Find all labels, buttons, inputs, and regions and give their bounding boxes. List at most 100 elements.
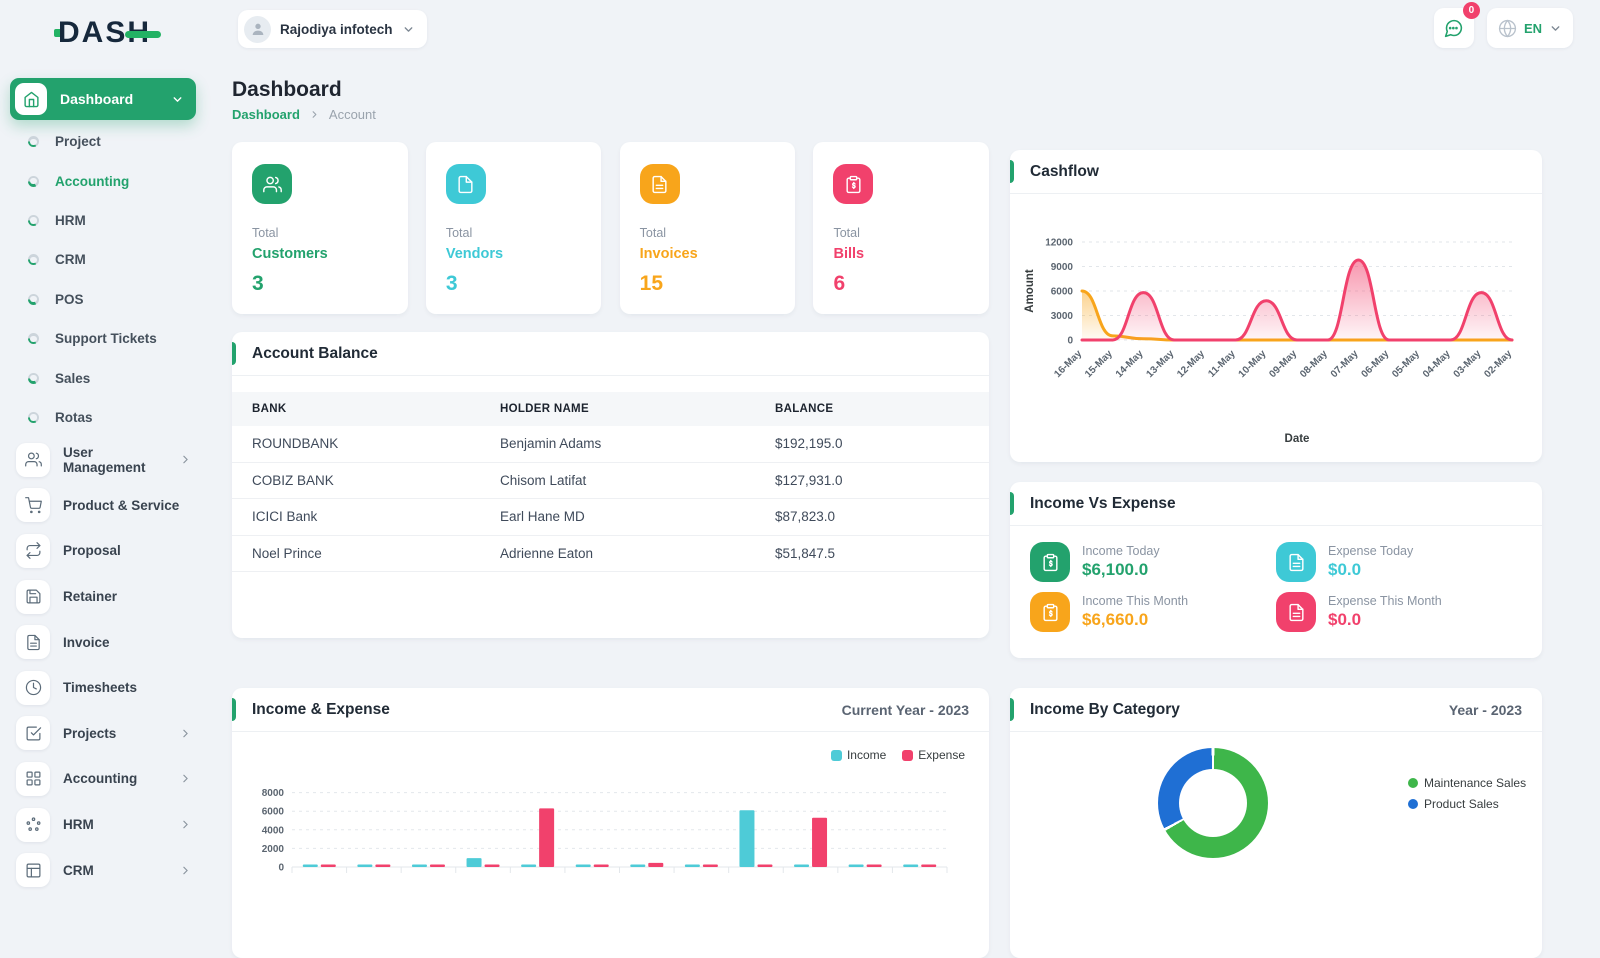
notification-badge: 0 [1463,2,1480,19]
stat-card-invoices[interactable]: TotalInvoices15 [620,142,796,314]
legend-item-expense[interactable]: Expense [902,748,965,762]
account-balance-card: Account Balance BANKHOLDER NAMEBALANCERO… [232,332,989,638]
sidebar-item-dashboard[interactable]: Dashboard [10,78,196,120]
sidebar-dashboard-submenu: Project Accounting HRM CRM POS Support Ticket… [0,122,220,437]
logo-accent-dash [125,31,161,38]
sidebar-item-label: HRM [63,817,166,832]
sidebar-subitem-accounting[interactable]: Accounting [0,161,220,200]
table-row: ROUNDBANKBenjamin Adams$192,195.0 [232,426,989,463]
stat-value: 3 [252,272,388,296]
income-vs-expense-card: Income Vs Expense Income Today$6,100.0Ex… [1010,482,1542,658]
tile-value: $6,100.0 [1082,560,1160,580]
language-code: EN [1524,21,1542,36]
sidebar-subitem-label: Sales [55,371,90,386]
sidebar-subitem-label: HRM [55,213,86,228]
sidebar-item-timesheets[interactable]: Timesheets [0,665,220,711]
table-cell: Benjamin Adams [480,436,755,451]
stat-card-bills[interactable]: TotalBills6 [813,142,989,314]
svg-text:10-May: 10-May [1237,348,1269,380]
cashflow-card: Cashflow 03000600090001200016-May15-May1… [1010,150,1542,462]
sidebar-subitem-sales[interactable]: Sales [0,358,220,397]
company-name: Rajodiya infotech [280,22,393,37]
tile-income-this-month: Income This Month$6,660.0 [1030,592,1276,632]
sidebar-item-accounting[interactable]: Accounting [0,756,220,802]
svg-text:04-May: 04-May [1421,348,1453,380]
tile-label: Income Today [1082,544,1160,558]
legend-item-product-sales[interactable]: Product Sales [1408,797,1526,811]
stat-card-customers[interactable]: TotalCustomers3 [232,142,408,314]
sidebar-subitem-support-tickets[interactable]: Support Tickets [0,319,220,358]
cashflow-chart[interactable]: 03000600090001200016-May15-May14-May13-M… [1010,194,1542,457]
vendors-icon [446,164,486,204]
projects-icon [16,716,50,750]
stat-card-vendors[interactable]: TotalVendors3 [426,142,602,314]
sidebar-item-label: User Management [63,445,166,475]
legend-item-maintenance-sales[interactable]: Maintenance Sales [1408,776,1526,790]
chevron-down-icon [1549,22,1562,35]
tile-expense-today: Expense Today $0.0 [1276,542,1522,582]
svg-text:0: 0 [1067,336,1073,347]
income-by-category-card: Income By Category Year - 2023 Maintenan… [1010,688,1542,958]
sidebar-item-label: Proposal [63,543,192,558]
sidebar-subitem-project[interactable]: Project [0,122,220,161]
chevron-right-icon [179,818,192,831]
chevron-right-icon [179,453,192,466]
legend-marker [1408,778,1418,788]
stat-value: 3 [446,272,582,296]
legend-label: Income [847,748,886,762]
sidebar-subitem-rotas[interactable]: Rotas [0,398,220,437]
home-icon [15,83,47,115]
sidebar-item-user-management[interactable]: User Management [0,437,220,483]
bullet-icon [28,333,39,344]
stat-label: Vendors [446,246,582,262]
sidebar-item-product-service[interactable]: Product & Service [0,483,220,529]
sidebar-item-hrm[interactable]: HRM [0,802,220,848]
sidebar-item-proposal[interactable]: Proposal [0,528,220,574]
tile-value: $0.0 [1328,560,1413,580]
tile-income-today: Income Today $6,100.0 [1030,542,1276,582]
chevron-down-icon [171,93,184,106]
bullet-icon [28,294,39,305]
sidebar-subitem-crm[interactable]: CRM [0,240,220,279]
sidebar-item-label: Timesheets [63,680,192,695]
cart-icon [16,488,50,522]
messages-button[interactable]: 0 [1434,8,1474,48]
stat-cards: TotalCustomers3Total Vendors 3 TotalInvoice… [232,142,989,314]
tile-label: Expense This Month [1328,594,1442,608]
sidebar-subitem-label: Project [55,134,101,149]
sidebar-item-invoice[interactable]: Invoice [0,619,220,665]
stat-prefix: Total [252,226,388,240]
invoice-icon [16,625,50,659]
legend-item-income[interactable]: Income [831,748,886,762]
legend-marker [1408,799,1418,809]
svg-text:6000: 6000 [262,807,285,818]
tile-label: Expense Today [1328,544,1413,558]
svg-text:11-May: 11-May [1206,348,1238,380]
sidebar-subitem-hrm[interactable]: HRM [0,201,220,240]
chevron-right-icon [179,772,192,785]
chat-icon [1443,18,1464,39]
svg-text:08-May: 08-May [1298,348,1330,380]
language-selector[interactable]: EN [1487,8,1573,48]
stat-label: Bills [833,246,969,262]
income-by-category-donut[interactable] [1158,748,1268,858]
sidebar-menu: User Management Product & Service Proposal… [0,437,220,893]
breadcrumb-current: Account [329,107,376,122]
sidebar-subitem-label: POS [55,292,84,307]
svg-text:07-May: 07-May [1329,348,1361,380]
breadcrumb-dashboard-link[interactable]: Dashboard [232,107,300,122]
svg-text:14-May: 14-May [1114,348,1146,380]
sidebar-subitem-pos[interactable]: POS [0,280,220,319]
income-expense-chart[interactable]: 02000400060008000 [232,764,989,895]
table-row: Noel PrinceAdrienne Eaton$51,847.5 [232,536,989,573]
chart-legend: Maintenance Sales Product Sales [1408,776,1526,811]
sidebar-item-projects[interactable]: Projects [0,711,220,757]
stat-value: 6 [833,272,969,296]
table-cell: COBIZ BANK [232,473,480,488]
sidebar-item-retainer[interactable]: Retainer [0,574,220,620]
svg-text:4000: 4000 [262,825,285,836]
company-selector[interactable]: Rajodiya infotech [238,10,427,48]
sidebar-item-crm[interactable]: CRM [0,847,220,893]
account-balance-table: BANKHOLDER NAMEBALANCEROUNDBANKBenjamin … [232,392,989,572]
app-logo[interactable]: DASH [54,16,161,50]
